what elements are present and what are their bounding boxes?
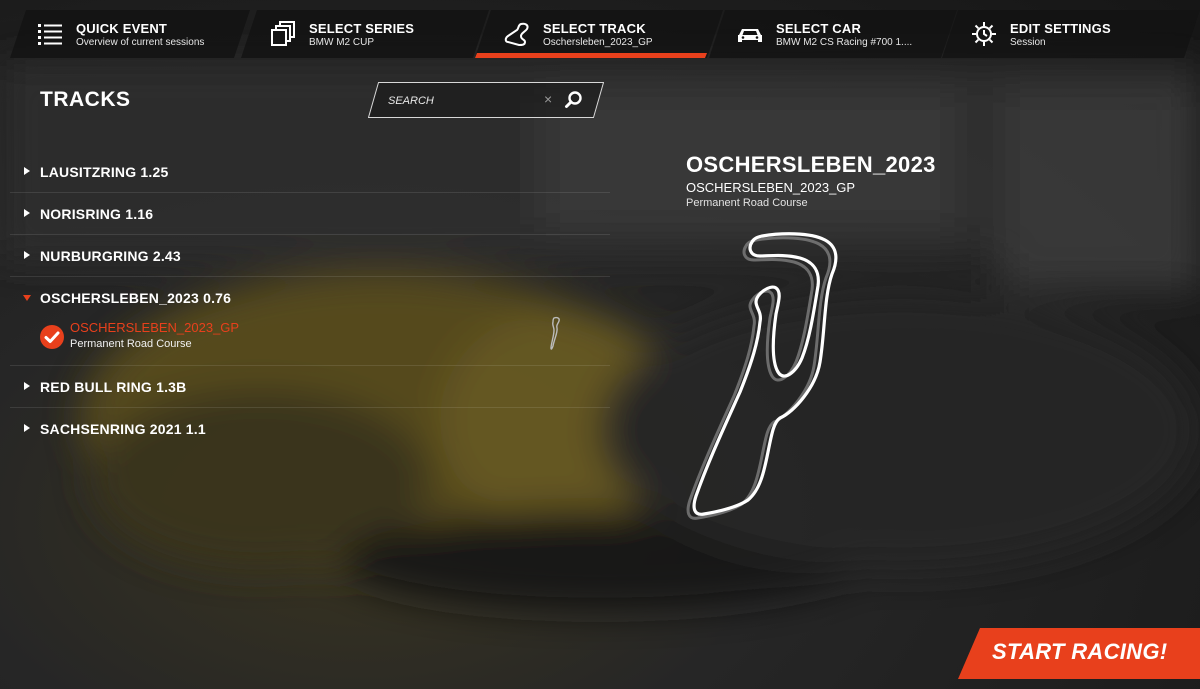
layout-item-oschersleben-gp[interactable]: OSCHERSLEBEN_2023_GP Permanent Road Cour… [10, 315, 610, 363]
track-list: LAUSITZRING 1.25 NORISRING 1.16 NURBURGR… [10, 151, 610, 449]
top-navigation: QUICK EVENT Overview of current sessions… [0, 0, 1200, 60]
expand-arrow-icon [24, 209, 30, 217]
track-item-norisring[interactable]: NORISRING 1.16 [10, 193, 610, 235]
tab-title: SELECT TRACK [543, 21, 646, 36]
track-name: SACHSENRING 2021 1.1 [40, 421, 206, 437]
track-map [686, 232, 838, 520]
search-input[interactable] [386, 91, 540, 111]
layout-type: Permanent Road Course [70, 338, 192, 350]
track-item-oschersleben[interactable]: OSCHERSLEBEN_2023 0.76 OSCHERSLEBEN_2023… [10, 277, 610, 366]
tab-title: SELECT SERIES [309, 21, 415, 36]
expand-arrow-icon [24, 251, 30, 259]
gear-icon [972, 22, 996, 46]
tab-subtitle: Session [1010, 37, 1046, 48]
tab-subtitle: BMW M2 CUP [309, 37, 374, 48]
start-racing-button[interactable]: START RACING! [958, 628, 1200, 679]
series-cards-icon [271, 21, 295, 46]
search-box: × [368, 82, 604, 118]
tab-subtitle: Overview of current sessions [76, 37, 205, 48]
track-name: RED BULL RING 1.3B [40, 379, 187, 395]
tab-title: SELECT CAR [776, 21, 862, 36]
expand-arrow-icon [24, 167, 30, 175]
tracks-heading: TRACKS [40, 88, 131, 111]
tab-subtitle: Oschersleben_2023_GP [543, 37, 653, 48]
collapse-arrow-icon [23, 295, 31, 301]
selected-track-title: OSCHERSLEBEN_2023 [686, 152, 936, 177]
selected-layout-name: OSCHERSLEBEN_2023_GP [686, 180, 856, 195]
active-tab-indicator [475, 53, 707, 58]
expand-arrow-icon [24, 424, 30, 432]
tab-select-car[interactable]: SELECT CAR BMW M2 CS Racing #700 1.... [709, 10, 957, 58]
track-name: NORISRING 1.16 [40, 206, 154, 222]
tab-title: EDIT SETTINGS [1010, 21, 1111, 36]
selected-layout-type: Permanent Road Course [686, 197, 808, 209]
tab-title: QUICK EVENT [76, 21, 168, 36]
track-item-lausitzring[interactable]: LAUSITZRING 1.25 [10, 151, 610, 193]
layout-name: OSCHERSLEBEN_2023_GP [70, 320, 240, 335]
track-name: OSCHERSLEBEN_2023 0.76 [40, 290, 232, 306]
tab-quick-event[interactable]: QUICK EVENT Overview of current sessions [10, 10, 250, 58]
list-icon [38, 24, 62, 45]
track-name: NURBURGRING 2.43 [40, 248, 181, 264]
car-icon [738, 29, 762, 42]
tab-select-track[interactable]: SELECT TRACK Oschersleben_2023_GP [475, 10, 723, 58]
tab-select-series[interactable]: SELECT SERIES BMW M2 CUP [241, 10, 489, 58]
track-name: LAUSITZRING 1.25 [40, 164, 169, 180]
track-item-sachsenring[interactable]: SACHSENRING 2021 1.1 [10, 408, 610, 449]
track-item-nurburgring[interactable]: NURBURGRING 2.43 [10, 235, 610, 277]
clear-search-button[interactable]: × [544, 91, 552, 107]
expand-arrow-icon [24, 382, 30, 390]
tab-subtitle: BMW M2 CS Racing #700 1.... [776, 37, 913, 48]
track-icon [504, 22, 529, 47]
track-item-red-bull-ring[interactable]: RED BULL RING 1.3B [10, 366, 610, 408]
start-racing-label: START RACING! [992, 639, 1168, 664]
search-icon[interactable] [564, 90, 584, 110]
tab-edit-settings[interactable]: EDIT SETTINGS Session [942, 10, 1200, 58]
checkmark-icon [40, 325, 64, 349]
mini-track-map-icon [550, 316, 560, 350]
